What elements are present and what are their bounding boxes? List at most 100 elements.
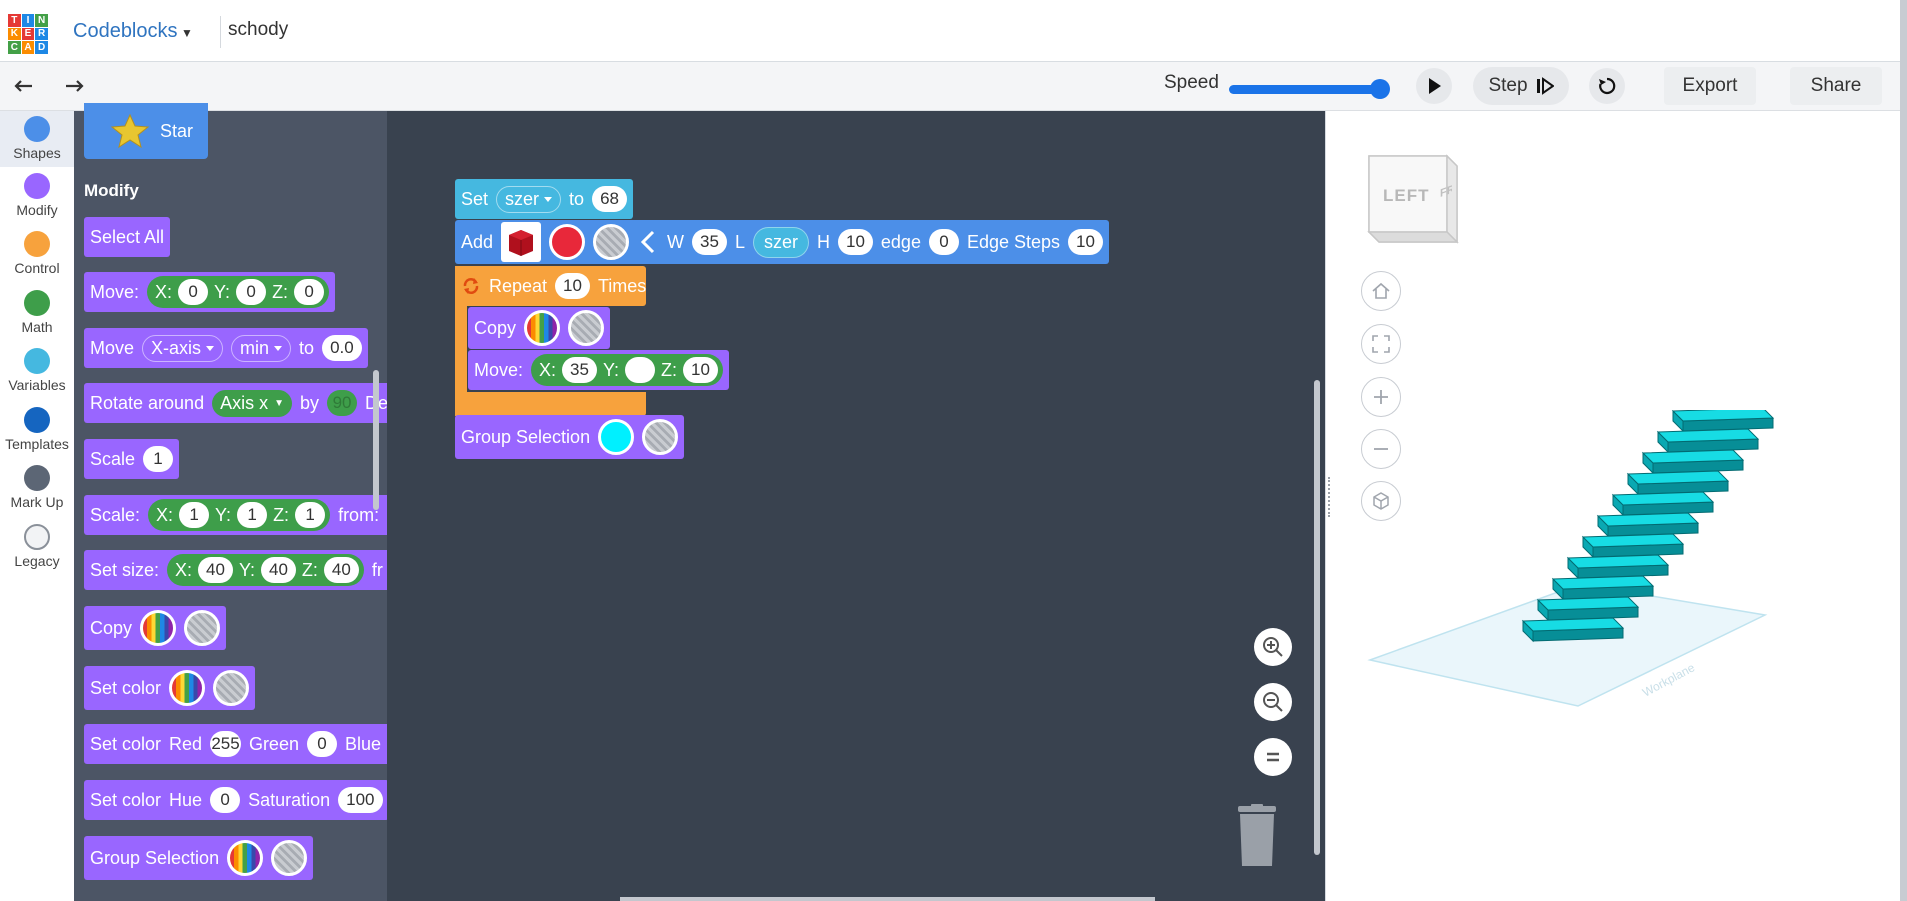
green-input[interactable]: 0 [306,731,337,757]
hole-swatch[interactable] [568,310,605,346]
size-x-input[interactable]: 40 [198,557,233,583]
hue-input[interactable]: 0 [210,787,241,813]
redo-button[interactable] [60,74,88,100]
undo-button[interactable] [10,74,38,100]
rotate-axis-dropdown[interactable]: Axis x ▼ [212,389,293,417]
play-icon [1429,78,1441,94]
saturation-input[interactable]: 100 [338,787,383,813]
category-templates[interactable]: Templates [0,407,74,452]
palette-star-block[interactable]: Star [84,103,208,159]
chevron-left-icon[interactable] [637,229,659,255]
move-z-input[interactable]: 10 [682,357,718,383]
hole-swatch[interactable] [213,670,250,706]
hole-swatch[interactable] [271,840,308,876]
move-y-input[interactable] [624,357,655,383]
rotate-value-input[interactable]: 90 [327,390,358,416]
workspace-horizontal-scrollbar[interactable] [620,897,1155,901]
palette-scale-xyz-block[interactable]: Scale: X: 1 Y: 1 Z: 1 from: [84,495,387,535]
scale-input[interactable]: 1 [143,446,174,472]
app-switcher[interactable]: Codeblocks [73,20,178,43]
repeat-count-input[interactable]: 10 [555,273,590,299]
zoom-in-button[interactable] [1254,628,1292,666]
move-x-input[interactable]: 0 [178,279,209,305]
palette-set-color-rgb-block[interactable]: Set color Red 255 Green 0 Blue [84,724,387,764]
min-dropdown[interactable]: min [231,334,292,362]
fit-view-button[interactable] [1361,324,1401,364]
scale-z-input[interactable]: 1 [295,502,326,528]
category-modify[interactable]: Modify [0,173,74,218]
color-swatch-rainbow[interactable] [140,610,177,646]
step-button[interactable]: Step [1473,67,1569,105]
copy-block[interactable]: Copy [468,307,611,349]
size-y-input[interactable]: 40 [260,557,296,583]
resize-handle[interactable] [1328,477,1332,517]
edge-input[interactable]: 0 [928,229,959,255]
play-button[interactable] [1416,68,1452,104]
palette-set-size-block[interactable]: Set size: X: 40 Y: 40 Z: 40 fr [84,550,387,590]
width-input[interactable]: 35 [692,229,727,255]
color-swatch-rainbow[interactable] [524,310,561,346]
palette-select-all-block[interactable]: Select All [84,217,171,257]
export-button[interactable]: Export [1664,67,1756,105]
color-swatch-rainbow[interactable] [169,670,206,706]
palette-move-axis-block[interactable]: Move X-axis min to 0.0 [84,328,368,368]
share-button[interactable]: Share [1790,67,1882,105]
reset-button[interactable] [1589,68,1625,104]
category-list: Shapes Modify Control Math Variables Tem… [0,111,74,901]
scale-y-input[interactable]: 1 [237,502,268,528]
move-x-input[interactable]: 35 [562,357,597,383]
palette-copy-block[interactable]: Copy [84,606,227,650]
zoom-out-button[interactable] [1254,683,1292,721]
hole-swatch[interactable] [184,610,221,646]
move-block[interactable]: Move: X: 35 Y: Z: 10 [468,350,729,390]
speed-slider-handle[interactable] [1370,79,1390,99]
move-axis-value-input[interactable]: 0.0 [322,335,362,361]
red-input[interactable]: 255 [210,731,241,757]
palette-move-block[interactable]: Move: X: 0 Y: 0 Z: 0 [84,272,336,312]
plus-icon [1374,390,1388,404]
category-control[interactable]: Control [0,231,74,276]
chevron-down-icon[interactable]: ▼ [181,26,193,40]
height-input[interactable]: 10 [837,229,873,255]
palette-set-color-hsv-block[interactable]: Set color Hue 0 Saturation 100 [84,780,389,820]
category-markup[interactable]: Mark Up [0,465,74,510]
group-selection-block[interactable]: Group Selection [455,415,685,459]
hole-swatch[interactable] [642,419,679,455]
tinkercad-logo[interactable]: T I N K E R C A D [8,14,48,54]
workspace-scrollbar[interactable] [1314,380,1320,855]
category-variables[interactable]: Variables [0,348,74,393]
axis-dropdown[interactable]: X-axis [142,334,224,362]
set-value-input[interactable]: 68 [592,186,627,212]
set-variable-block[interactable]: Set szer to 68 [455,179,633,219]
category-math[interactable]: Math [0,290,74,335]
window-edge [1900,0,1907,901]
home-view-button[interactable] [1361,271,1401,311]
category-shapes[interactable]: Shapes [0,111,74,167]
palette-scrollbar[interactable] [373,370,379,510]
step-label: Step [1488,75,1528,96]
3d-scene[interactable] [1360,410,1780,720]
box-shape-icon[interactable] [501,222,542,262]
edge-steps-input[interactable]: 10 [1068,229,1103,255]
move-y-input[interactable]: 0 [236,279,267,305]
hole-swatch[interactable] [593,224,630,260]
color-swatch-red[interactable] [549,224,586,260]
add-shape-block[interactable]: Add W 35 L szer H 10 edge 0 Edge Steps 1… [455,220,1109,264]
variable-dropdown[interactable]: szer [496,185,562,213]
zoom-reset-button[interactable] [1254,738,1292,776]
color-swatch-rainbow[interactable] [227,840,264,876]
category-legacy[interactable]: Legacy [0,524,74,569]
color-swatch-cyan[interactable] [598,419,635,455]
scale-x-input[interactable]: 1 [179,502,210,528]
palette-rotate-block[interactable]: Rotate around Axis x▼ by 90 De [84,383,387,423]
speed-slider-track[interactable] [1229,85,1379,94]
trash-icon[interactable] [1236,804,1278,868]
palette-scale-block[interactable]: Scale 1 [84,439,180,479]
length-variable[interactable]: szer [752,226,809,258]
xyz-input-group: X: 40 Y: 40 Z: 40 [167,554,364,586]
palette-group-selection-block[interactable]: Group Selection [84,836,314,880]
size-z-input[interactable]: 40 [323,557,359,583]
palette-set-color-block[interactable]: Set color [84,666,256,710]
design-name[interactable]: schody [228,19,288,41]
move-z-input[interactable]: 0 [294,279,325,305]
